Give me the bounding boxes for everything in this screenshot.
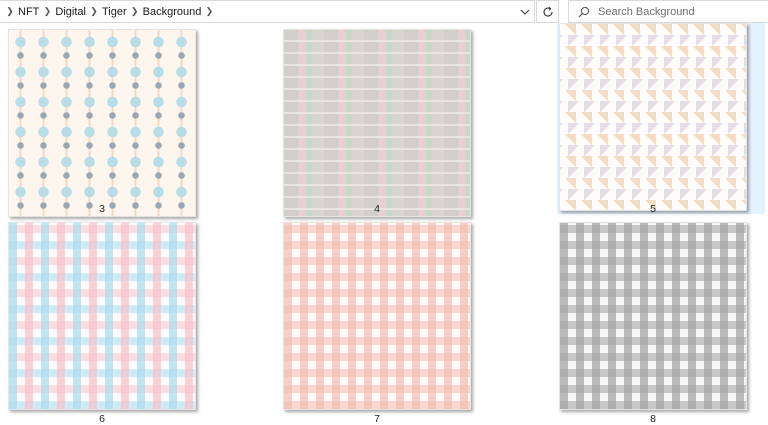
- breadcrumb-item-nft[interactable]: NFT: [16, 6, 41, 18]
- thumbnail-image[interactable]: [559, 23, 747, 211]
- refresh-icon: [542, 6, 553, 17]
- chevron-right-icon[interactable]: ❯: [129, 6, 141, 17]
- chevron-right-icon[interactable]: ❯: [203, 6, 215, 17]
- file-name: 8: [650, 413, 656, 425]
- breadcrumb-item-background[interactable]: Background: [141, 6, 204, 18]
- chevron-right-icon[interactable]: ❯: [41, 6, 53, 17]
- address-history-dropdown[interactable]: [516, 3, 534, 20]
- thumbnail-image[interactable]: [8, 29, 196, 217]
- search-box[interactable]: Search Background: [568, 0, 768, 23]
- file-name: 5: [650, 203, 656, 215]
- breadcrumb-item-digital[interactable]: Digital: [53, 6, 88, 18]
- chevron-down-icon: [520, 9, 530, 15]
- file-name: 3: [99, 203, 105, 215]
- chevron-right-icon[interactable]: ❯: [4, 6, 16, 17]
- search-input[interactable]: Search Background: [598, 6, 695, 18]
- search-icon: [578, 6, 590, 17]
- breadcrumb-item-tiger[interactable]: Tiger: [100, 6, 129, 18]
- file-name: 6: [99, 413, 105, 425]
- thumbnail-image[interactable]: [559, 222, 747, 410]
- thumbnail-image[interactable]: [283, 29, 471, 217]
- file-name: 7: [374, 413, 380, 425]
- thumbnail-image[interactable]: [283, 222, 471, 410]
- breadcrumb[interactable]: ❯ NFT ❯ Digital ❯ Tiger ❯ Background ❯: [0, 0, 535, 23]
- file-name: 4: [374, 203, 380, 215]
- address-bar: ❯ NFT ❯ Digital ❯ Tiger ❯ Background ❯ S…: [0, 0, 768, 23]
- chevron-right-icon[interactable]: ❯: [88, 6, 100, 17]
- thumbnail-image[interactable]: [8, 222, 196, 410]
- file-grid: 3 4 5 6 7 8: [0, 23, 768, 425]
- refresh-button[interactable]: [536, 0, 559, 23]
